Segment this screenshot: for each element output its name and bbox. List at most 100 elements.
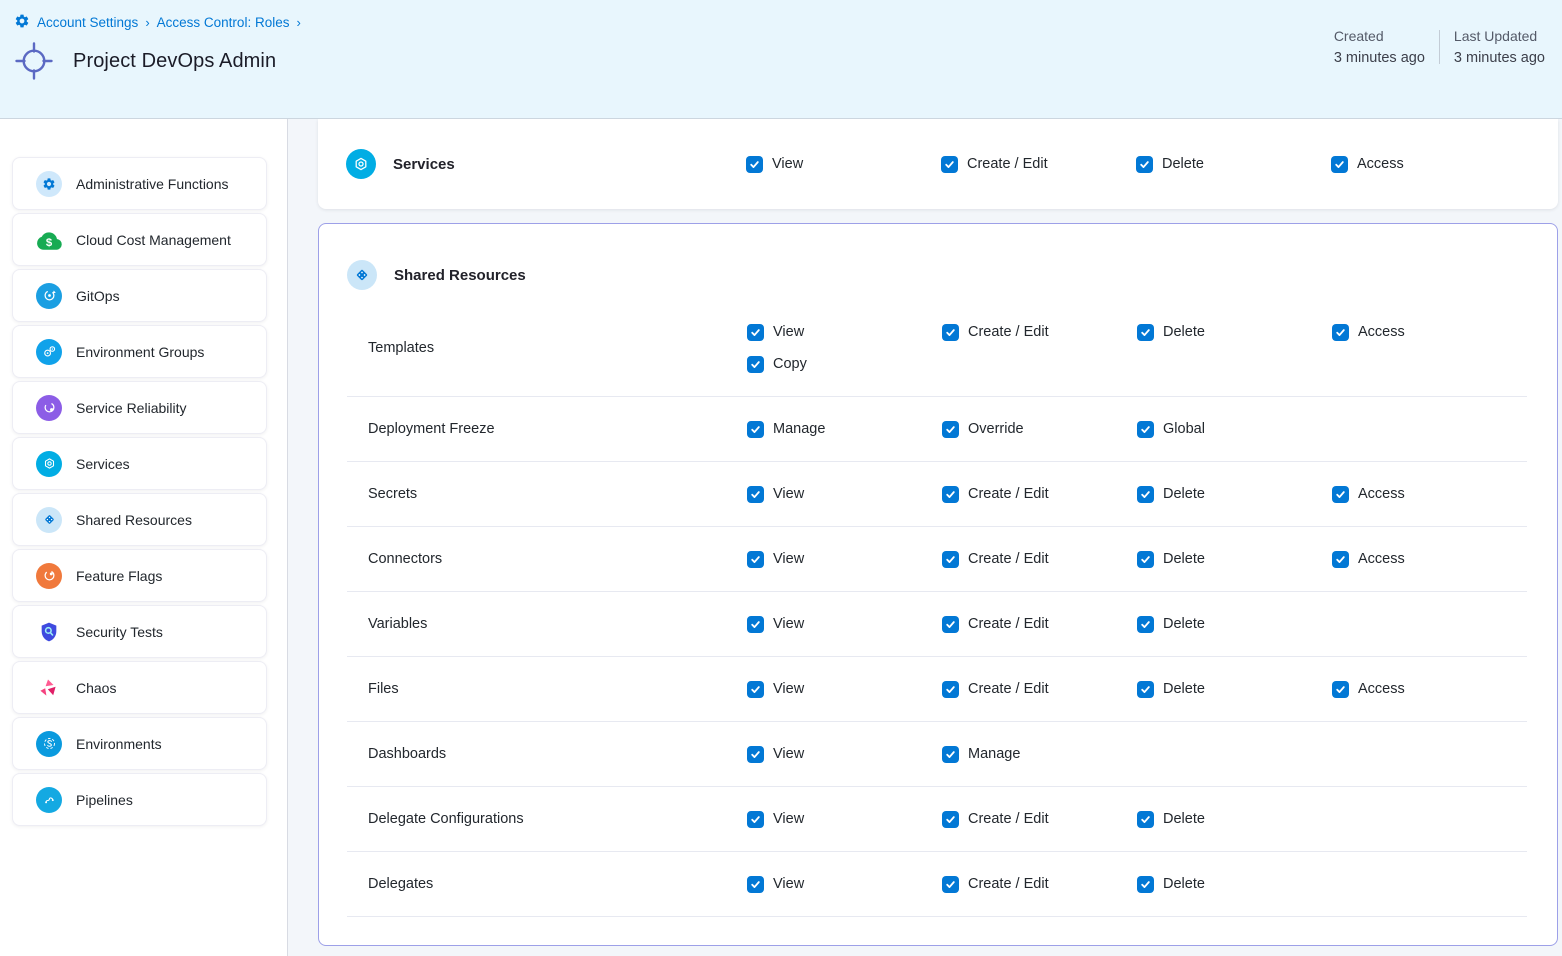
created-value: 3 minutes ago (1334, 50, 1425, 66)
permission-view[interactable]: View (747, 486, 942, 503)
checkbox-checked-icon[interactable] (747, 486, 764, 503)
permission-view[interactable]: View (747, 811, 942, 828)
page-body: Administrative Functions$Cloud Cost Mana… (0, 119, 1562, 956)
checkbox-checked-icon[interactable] (1332, 324, 1349, 341)
permission-create-edit[interactable]: Create / Edit (942, 681, 1137, 698)
checkbox-checked-icon[interactable] (942, 324, 959, 341)
permission-delete[interactable]: Delete (1137, 324, 1332, 341)
permission-view[interactable]: View (747, 551, 942, 568)
breadcrumb-link-account-settings[interactable]: Account Settings (37, 15, 138, 30)
permission-delete[interactable]: Delete (1137, 811, 1332, 828)
checkbox-checked-icon[interactable] (1332, 486, 1349, 503)
environment-groups-icon (36, 339, 62, 365)
permission-label: Delete (1162, 156, 1204, 172)
checkbox-checked-icon[interactable] (942, 616, 959, 633)
checkbox-checked-icon[interactable] (747, 421, 764, 438)
permission-create-edit[interactable]: Create / Edit (942, 324, 1137, 341)
permission-access[interactable]: Access (1332, 681, 1527, 698)
permission-view[interactable]: View (747, 616, 942, 633)
permission-delete[interactable]: Delete (1137, 681, 1332, 698)
checkbox-checked-icon[interactable] (1137, 681, 1154, 698)
permission-delete[interactable]: Delete (1137, 876, 1332, 893)
sidebar-item-administrative-functions[interactable]: Administrative Functions (12, 157, 267, 210)
permission-access[interactable]: Access (1331, 156, 1526, 173)
sidebar-item-label: Shared Resources (76, 512, 192, 528)
permission-global[interactable]: Global (1137, 421, 1332, 438)
permission-manage[interactable]: Manage (747, 421, 942, 438)
permission-access[interactable]: Access (1332, 486, 1527, 503)
sidebar-item-environments[interactable]: Environments (12, 717, 267, 770)
checkbox-checked-icon[interactable] (1332, 551, 1349, 568)
permission-delete[interactable]: Delete (1136, 156, 1331, 173)
permission-create-edit[interactable]: Create / Edit (942, 811, 1137, 828)
checkbox-checked-icon[interactable] (747, 551, 764, 568)
permission-create-edit[interactable]: Create / Edit (942, 616, 1137, 633)
checkbox-checked-icon[interactable] (1137, 324, 1154, 341)
sidebar-item-label: Environments (76, 736, 162, 752)
checkbox-checked-icon[interactable] (942, 681, 959, 698)
sidebar-item-feature-flags[interactable]: Feature Flags (12, 549, 267, 602)
pipelines-icon (36, 787, 62, 813)
sidebar-item-cloud-cost-management[interactable]: $Cloud Cost Management (12, 213, 267, 266)
sidebar-item-services[interactable]: Services (12, 437, 267, 490)
permission-view[interactable]: View (747, 324, 942, 341)
checkbox-checked-icon[interactable] (1332, 681, 1349, 698)
breadcrumb-link-access-control-roles[interactable]: Access Control: Roles (157, 15, 290, 30)
resource-label-cell: Deployment Freeze (347, 421, 747, 437)
permission-copy[interactable]: Copy (747, 356, 942, 373)
permission-create-edit[interactable]: Create / Edit (942, 551, 1137, 568)
checkbox-checked-icon[interactable] (747, 324, 764, 341)
security-tests-icon (36, 619, 62, 645)
checkbox-checked-icon[interactable] (942, 421, 959, 438)
checkbox-checked-icon[interactable] (747, 746, 764, 763)
checkbox-checked-icon[interactable] (1137, 486, 1154, 503)
sidebar-item-chaos[interactable]: Chaos (12, 661, 267, 714)
sidebar-item-shared-resources[interactable]: Shared Resources (12, 493, 267, 546)
permission-column: Delete (1137, 486, 1332, 503)
permission-access[interactable]: Access (1332, 324, 1527, 341)
checkbox-checked-icon[interactable] (942, 876, 959, 893)
permission-access[interactable]: Access (1332, 551, 1527, 568)
checkbox-checked-icon[interactable] (942, 551, 959, 568)
checkbox-checked-icon[interactable] (1137, 616, 1154, 633)
service-reliability-icon (36, 395, 62, 421)
permission-column: Manage (942, 746, 1137, 763)
permission-delete[interactable]: Delete (1137, 616, 1332, 633)
permission-delete[interactable]: Delete (1137, 486, 1332, 503)
checkbox-checked-icon[interactable] (1137, 811, 1154, 828)
sidebar-item-pipelines[interactable]: Pipelines (12, 773, 267, 826)
permission-delete[interactable]: Delete (1137, 551, 1332, 568)
checkbox-checked-icon[interactable] (747, 616, 764, 633)
permission-label: View (773, 486, 804, 502)
checkbox-checked-icon[interactable] (747, 811, 764, 828)
permission-create-edit[interactable]: Create / Edit (942, 876, 1137, 893)
checkbox-checked-icon[interactable] (746, 156, 763, 173)
checkbox-checked-icon[interactable] (942, 486, 959, 503)
sidebar-item-environment-groups[interactable]: Environment Groups (12, 325, 267, 378)
sidebar-item-label: GitOps (76, 288, 120, 304)
checkbox-checked-icon[interactable] (1137, 876, 1154, 893)
sidebar-item-security-tests[interactable]: Security Tests (12, 605, 267, 658)
checkbox-checked-icon[interactable] (747, 876, 764, 893)
checkbox-checked-icon[interactable] (747, 356, 764, 373)
checkbox-checked-icon[interactable] (1136, 156, 1153, 173)
checkbox-checked-icon[interactable] (1137, 551, 1154, 568)
permission-view[interactable]: View (746, 156, 941, 173)
permission-manage[interactable]: Manage (942, 746, 1137, 763)
checkbox-checked-icon[interactable] (942, 811, 959, 828)
checkbox-checked-icon[interactable] (1137, 421, 1154, 438)
checkbox-checked-icon[interactable] (942, 746, 959, 763)
permission-create-edit[interactable]: Create / Edit (941, 156, 1136, 173)
permission-column: Create / Edit (942, 551, 1137, 568)
permission-view[interactable]: View (747, 681, 942, 698)
permission-create-edit[interactable]: Create / Edit (942, 486, 1137, 503)
permission-override[interactable]: Override (942, 421, 1137, 438)
permission-view[interactable]: View (747, 746, 942, 763)
checkbox-checked-icon[interactable] (747, 681, 764, 698)
sidebar-item-gitops[interactable]: GitOps (12, 269, 267, 322)
checkbox-checked-icon[interactable] (1331, 156, 1348, 173)
checkbox-checked-icon[interactable] (941, 156, 958, 173)
sidebar-item-service-reliability[interactable]: Service Reliability (12, 381, 267, 434)
permission-label: Manage (968, 746, 1020, 762)
permission-view[interactable]: View (747, 876, 942, 893)
